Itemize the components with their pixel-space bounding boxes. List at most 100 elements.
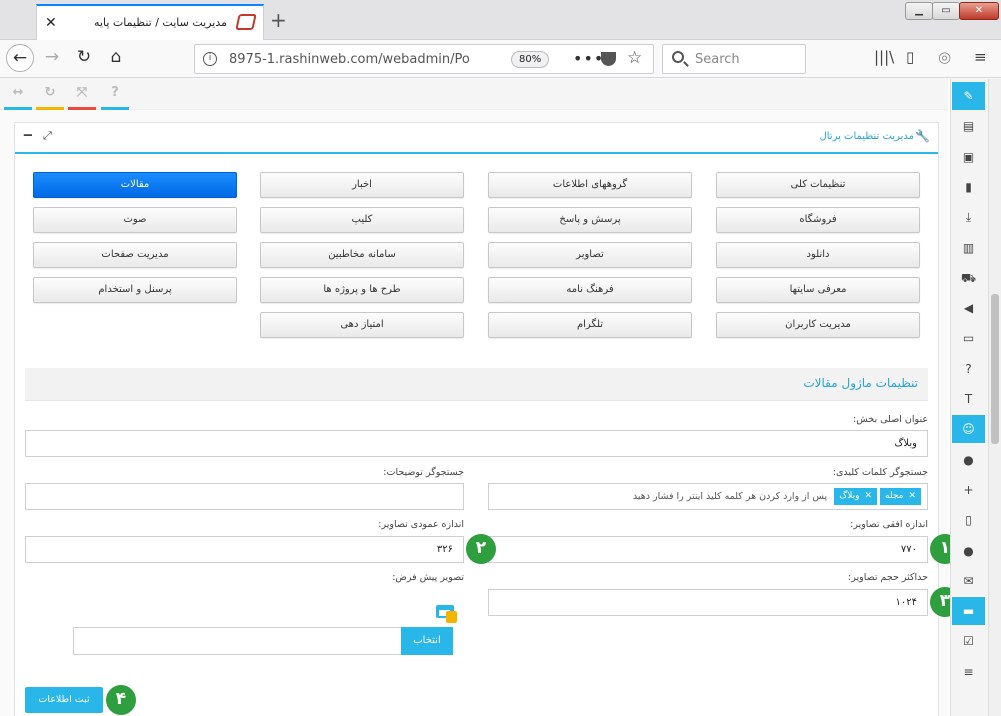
keyword-tag[interactable]: ✕مجله [880,488,921,505]
keywords-placeholder: پس از وارد کردن هر کلمه کلید اینتر را فش… [632,491,828,502]
keyword-tag[interactable]: ✕وبلاگ [834,488,878,505]
pocket-icon[interactable] [601,52,616,66]
resize-horizontal-icon[interactable]: ↔ [4,85,32,110]
window-maximize-button[interactable]: ▭ [932,2,960,20]
url-text[interactable]: 8975-1.rashinweb.com/webadmin/Portal [229,52,469,67]
step-badge-4: ۴ [106,685,136,715]
default-image-path-input[interactable] [73,627,403,655]
window-minimize-button[interactable]: ▁ [905,2,933,20]
keywords-label: جستجوگر کلمات کلیدی: [832,467,928,478]
panel-header: ‒ ⤢ مدیریت تنظیمات پرتال 🔧 [15,123,938,154]
checkbox-icon[interactable]: ☑ [952,627,985,655]
user-plus-icon[interactable]: + [952,476,985,504]
library-icon[interactable]: |||\ [874,48,894,66]
globe-icon[interactable]: ◎ [938,48,951,66]
site-info-icon[interactable]: i [203,52,217,66]
back-arrow-icon[interactable]: ← [6,44,34,72]
default-image-label: تصویر پیش فرض: [392,572,464,583]
refresh-icon[interactable]: ↻ [36,85,64,110]
module-button-download[interactable]: دانلود [716,242,920,268]
default-image-preview-icon [436,605,458,623]
choose-image-button[interactable]: انتخاب [401,627,453,655]
image-width-input[interactable]: ۷۷۰ [488,536,928,563]
sidebar-toggle-icon[interactable]: ▯ [906,48,914,66]
module-button-sites[interactable]: معرفی سایتها [716,277,920,303]
module-button-pages[interactable]: مدیریت صفحات [33,242,237,268]
window-close-button[interactable]: ✕ [959,2,999,20]
film-icon[interactable]: ▥ [952,234,985,262]
module-button-images[interactable]: تصاویر [488,242,692,268]
mobile-icon[interactable]: ▯ [952,506,985,534]
image-height-input[interactable]: ۳۲۶ [25,536,464,563]
module-button-clip[interactable]: کلیپ [260,207,464,233]
tag-remove-icon[interactable]: ✕ [864,491,872,501]
new-tab-button[interactable]: + [270,8,287,32]
portal-settings-panel: ‒ ⤢ مدیریت تنظیمات پرتال 🔧 تنظیمات کلی گ… [14,122,960,716]
help-icon[interactable]: ? [101,85,129,110]
module-button-info-groups[interactable]: گروههای اطلاعات [488,172,692,198]
tab-title: مدیریت سایت / تنظیمات پایه [94,16,227,29]
envelope-icon[interactable]: ✉ [952,567,985,595]
module-button-staff[interactable]: پرسنل و استخدام [33,277,237,303]
folder-icon[interactable]: ▬ [952,597,985,626]
browser-tab[interactable]: ✕ مدیریت سایت / تنظیمات پایه [36,4,264,40]
module-button-news[interactable]: اخبار [260,172,464,198]
module-button-users[interactable]: مدیریت کاربران [716,312,920,338]
admin-sidebar: ✎ ▤ ▣ ▮ ⤓ ▥ ⛟ ◀ ▭? T ☺ ● + ▯ ● ✉ ▬ ☑ ≡ [950,79,988,716]
module-button-faq[interactable]: پرسش و پاسخ [488,207,692,233]
section-title: تنظیمات ماژول مقالات [803,376,918,390]
download-icon[interactable]: ⤓ [952,203,985,231]
module-button-articles[interactable]: مقالات [33,172,237,198]
list-icon[interactable]: ≡ [952,658,985,686]
module-button-rating[interactable]: امتیاز دهی [260,312,464,338]
main-title-input[interactable]: وبلاگ [25,430,928,457]
user-icon[interactable]: ● [952,446,985,474]
menu-hamburger-icon[interactable]: ≡ [974,48,987,66]
id-card-icon[interactable]: ▤ [952,112,985,140]
image-width-label: اندازه افقی تصاویر: [850,519,928,530]
module-button-glossary[interactable]: فرهنگ نامه [488,277,692,303]
tab-close-icon[interactable]: ✕ [45,15,57,31]
module-button-general[interactable]: تنظیمات کلی [716,172,920,198]
reload-icon[interactable]: ↻ [70,44,98,72]
forward-arrow-icon[interactable]: → [38,44,66,72]
text-size-icon[interactable]: T [952,385,985,413]
save-button[interactable]: ثبت اطلاعات [25,687,103,713]
main-title-label: عنوان اصلی بخش: [853,414,928,425]
panel-expand-icon[interactable]: ⤢ [43,129,52,143]
url-bar[interactable]: i 8975-1.rashinweb.com/webadmin/Portal 8… [194,44,654,74]
monitor-icon[interactable]: ▭ [952,324,985,352]
document-icon[interactable]: ▮ [952,173,985,201]
tag-remove-icon[interactable]: ✕ [908,491,916,501]
panel-title: مدیریت تنظیمات پرتال [819,131,914,142]
section-header: تنظیمات ماژول مقالات [25,368,928,401]
module-button-contacts[interactable]: سامانه مخاطبین [260,242,464,268]
home-icon[interactable]: ⌂ [102,44,130,72]
question-icon[interactable]: ? [952,355,985,383]
module-button-shop[interactable]: فروشگاه [716,207,920,233]
browser-tab-bar: ✕ مدیریت سایت / تنظیمات پایه + ▁ ▭ ✕ [0,0,1001,40]
keywords-input[interactable]: ✕مجله✕وبلاگ پس از وارد کردن هر کلمه کلید … [488,483,928,510]
module-button-audio[interactable]: صوت [33,207,237,233]
module-button-projects[interactable]: طرح ها و پروژه ها [260,277,464,303]
image-height-label: اندازه عمودی تصاویر: [378,519,464,530]
scrollbar-thumb[interactable] [991,294,999,444]
bookmark-star-icon[interactable]: ☆ [627,48,642,68]
cart-icon[interactable]: ⛟ [952,264,985,292]
description-input[interactable] [25,483,464,510]
users-group-icon[interactable]: ☺ [952,415,985,444]
chat-icon[interactable]: ● [952,537,985,565]
step-badge-2: ۲ [466,534,496,564]
panel-minimize-icon[interactable]: ‒ [23,127,33,143]
max-size-input[interactable]: ۱۰۲۴ [488,589,928,616]
module-button-telegram[interactable]: تلگرام [488,312,692,338]
page-scrollbar[interactable] [988,79,1001,716]
search-icon [672,51,684,63]
speaker-icon[interactable]: ◀ [952,294,985,322]
page-actions-icon[interactable]: ••• [573,49,604,68]
fullscreen-icon[interactable]: ⤧ [68,85,96,110]
browser-search-box[interactable]: Search [662,44,806,74]
zoom-level-badge[interactable]: 80% [511,51,550,68]
image-icon[interactable]: ▣ [952,143,985,171]
pencil-icon[interactable]: ✎ [952,82,985,110]
